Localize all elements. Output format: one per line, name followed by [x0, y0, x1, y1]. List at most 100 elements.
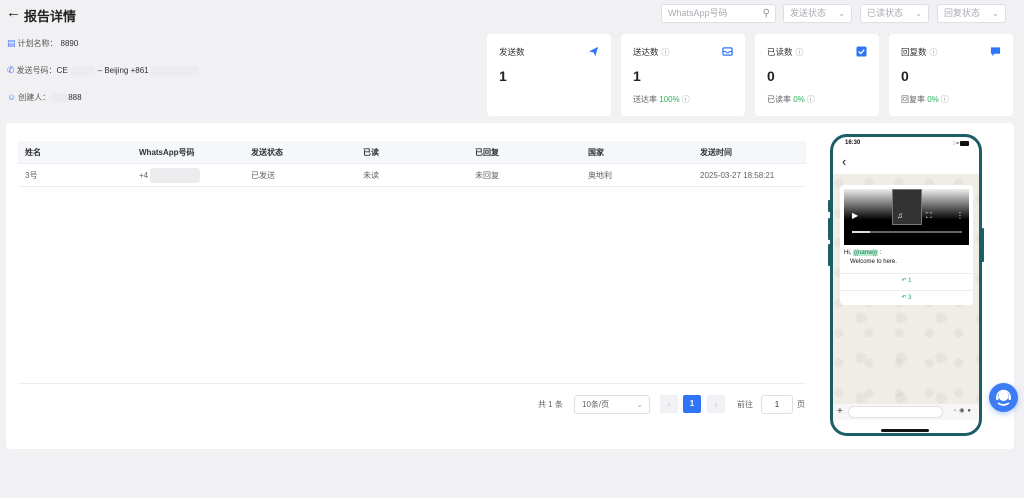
column-header: 发送时间 [700, 148, 732, 157]
message-text: Hi, {{name}} : Welcome to here. [844, 249, 897, 267]
chat-input-box [848, 406, 943, 418]
status-time: 16:30 [845, 140, 861, 146]
sent-count-label: 发送数 [499, 47, 525, 57]
video-progress-bar [852, 231, 962, 233]
plus-icon: + [837, 406, 843, 417]
reply-rate-value: 0% [927, 95, 939, 104]
sent-count-value: 1 [499, 68, 507, 84]
info-circle-icon[interactable]: ⓘ [662, 48, 670, 57]
reply-count-card: 回复数 ⓘ 0 回复率 0% ⓘ [889, 34, 1013, 116]
customer-support-button[interactable] [989, 383, 1018, 412]
creator-row: ☺ 创建人： 888 [7, 92, 82, 103]
play-icon: ▶ [852, 211, 859, 220]
delivered-count-card: 送达数 ⓘ 1 送达率 100% ⓘ [621, 34, 745, 116]
redacted-block [70, 65, 95, 76]
name-variable: {{name}} [853, 250, 879, 256]
fullscreen-icon: ⛶ [926, 211, 932, 220]
whatsapp-number-search-input[interactable]: WhatsApp号码 ⚲ [661, 4, 776, 23]
inbox-icon [722, 47, 733, 56]
cell-name: 3号 [25, 171, 38, 180]
chat-input-bar: + ▫◉● [833, 404, 979, 420]
whatsapp-preview-phone: 16:30 ∶≈ ‹ ▶ ♫ ⛶ ⋮ Hi, {{name}} : Welcom… [830, 134, 982, 436]
read-rate: 已读率 0% ⓘ [767, 94, 815, 105]
creator-label: 创建人： [18, 93, 51, 102]
quick-reply-label: 3 [908, 295, 912, 301]
column-header: 已回复 [475, 148, 499, 157]
phone-icon: ✆ [7, 65, 15, 75]
send-status-select[interactable]: 发送状态 ⌄ [783, 4, 852, 23]
volume-icon: ♫ [897, 211, 903, 220]
table-header: 姓名 WhatsApp号码 发送状态 已读 已回复 国家 发送时间 [18, 141, 806, 164]
reply-status-select[interactable]: 回复状态 ⌄ [937, 4, 1006, 23]
page-number-button[interactable]: 1 [683, 395, 701, 413]
read-count-card: 已读数 ⓘ 0 已读率 0% ⓘ [755, 34, 879, 116]
creator-value: 888 [68, 93, 82, 102]
delivered-count-value: 1 [633, 68, 641, 84]
chevron-down-icon: ⌄ [915, 9, 922, 18]
prev-page-button[interactable]: ‹ [660, 395, 678, 413]
redacted-block [51, 92, 68, 103]
home-indicator [881, 429, 929, 432]
plan-name-value: 8890 [60, 39, 79, 48]
quick-reply-button: ↶ 1 [840, 273, 973, 287]
column-header: 已读 [363, 148, 379, 157]
delivery-rate-label: 送达率 [633, 95, 657, 104]
read-status-select[interactable]: 已读状态 ⌄ [860, 4, 929, 23]
report-table: 姓名 WhatsApp号码 发送状态 已读 已回复 国家 发送时间 3号 +4 … [18, 141, 806, 187]
back-arrow-icon[interactable]: ← [6, 5, 21, 21]
info-circle-icon[interactable]: ⓘ [807, 95, 815, 104]
column-header: 姓名 [25, 148, 41, 157]
header: ← 报告详情 WhatsApp号码 ⚲ 发送状态 ⌄ 已读状态 ⌄ 回复状态 ⌄ [0, 0, 1024, 30]
plan-name-label: 计划名称： [17, 39, 58, 48]
camera-mic-icons: ▫◉● [954, 408, 974, 414]
chevron-down-icon: ⌄ [838, 9, 845, 18]
phone-status-bar: 16:30 ∶≈ [833, 137, 979, 149]
reply-count-value: 0 [901, 68, 909, 84]
column-header: 发送状态 [251, 148, 283, 157]
delivery-rate: 送达率 100% ⓘ [633, 94, 690, 105]
message-body: Welcome to here. [850, 259, 897, 265]
divider [18, 383, 806, 384]
read-status-placeholder: 已读状态 [867, 8, 904, 18]
more-vertical-icon: ⋮ [956, 211, 964, 220]
chevron-left-icon: ‹ [842, 154, 847, 169]
cell-read: 未读 [363, 171, 379, 180]
page-size-select[interactable]: 10条/页 ⌄ [574, 395, 650, 414]
paper-plane-icon [588, 46, 599, 57]
goto-page-input[interactable]: 1 [761, 395, 793, 414]
cell-phone-prefix: +4 [139, 171, 149, 180]
info-circle-icon[interactable]: ⓘ [682, 95, 690, 104]
message-bubble: ▶ ♫ ⛶ ⋮ Hi, {{name}} : Welcome to here. … [840, 185, 973, 305]
search-icon[interactable]: ⚲ [763, 5, 770, 22]
next-page-button[interactable]: › [707, 395, 725, 413]
column-header: WhatsApp号码 [139, 148, 195, 157]
read-count-label: 已读数 ⓘ [767, 46, 804, 58]
reply-label-text: 回复数 [901, 47, 927, 57]
redacted-block [150, 168, 201, 184]
reply-arrow-icon: ↶ [901, 295, 907, 301]
info-circle-icon[interactable]: ⓘ [941, 95, 949, 104]
quick-reply-label: 1 [908, 278, 912, 284]
sender-prefix: CE [56, 66, 68, 75]
chevron-down-icon: ⌄ [992, 9, 999, 18]
sender-number-value: – Beijing +861 [97, 66, 149, 75]
reply-rate: 回复率 0% ⓘ [901, 94, 949, 105]
goto-label: 前往 [737, 400, 753, 409]
send-status-placeholder: 发送状态 [790, 8, 827, 18]
cell-country: 奥地利 [588, 171, 612, 180]
headset-icon [996, 389, 1011, 406]
read-count-value: 0 [767, 68, 775, 84]
whatsapp-number-placeholder: WhatsApp号码 [668, 8, 728, 18]
document-icon: ▤ [7, 38, 16, 48]
chat-bubble-icon [990, 47, 1001, 57]
page-title: 报告详情 [24, 9, 77, 24]
page-suffix: 页 [797, 400, 805, 409]
cell-replied: 未回复 [475, 171, 499, 180]
reply-status-placeholder: 回复状态 [944, 8, 981, 18]
battery-icon [960, 140, 969, 146]
table-row[interactable]: 3号 +4 已发送 未读 未回复 奥地利 2025-03-27 18:58:21 [18, 164, 806, 187]
info-circle-icon[interactable]: ⓘ [796, 48, 804, 57]
read-label-text: 已读数 [767, 47, 793, 57]
chevron-down-icon: ⌄ [636, 400, 643, 409]
info-circle-icon[interactable]: ⓘ [930, 48, 938, 57]
